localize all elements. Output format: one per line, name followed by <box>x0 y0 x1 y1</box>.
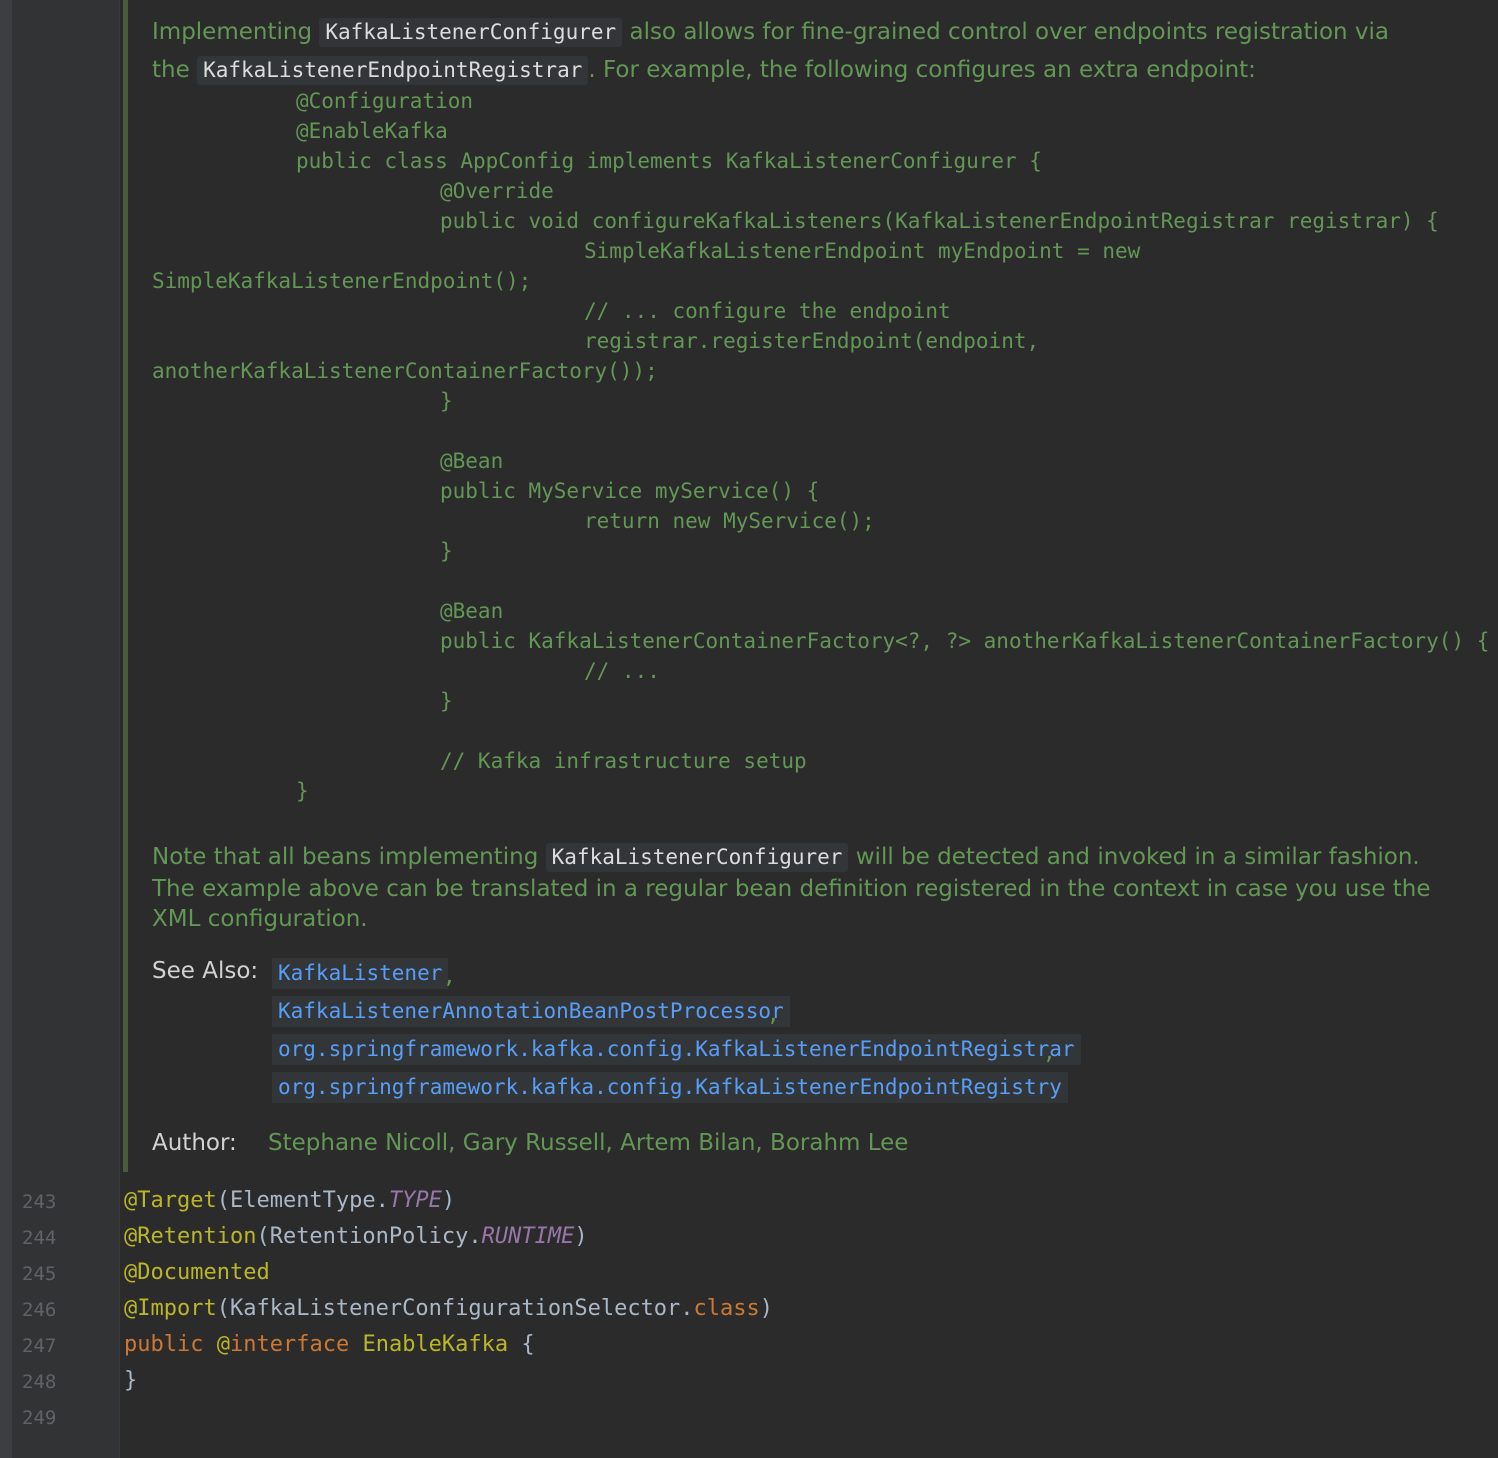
doc-code-line: } <box>296 779 309 803</box>
keyword-token: class <box>693 1296 760 1321</box>
doc-code-line: // ... configure the endpoint <box>584 299 951 323</box>
code-token: (KafkaListenerConfigurationSelector. <box>216 1296 694 1321</box>
line-number: 249 <box>22 1407 57 1429</box>
doc-intro-line1: Implementing KafkaListenerConfigurer als… <box>152 18 1390 48</box>
doc-text: Implementing <box>152 19 313 45</box>
code-chip: KafkaListenerConfigurer <box>545 843 849 873</box>
line-number: 243 <box>22 1191 57 1213</box>
line-number: 247 <box>22 1335 57 1357</box>
constant-token: TYPE <box>388 1188 442 1213</box>
doc-code-line: @Bean <box>440 449 504 473</box>
doc-code-line: } <box>440 689 453 713</box>
javadoc-render-border <box>123 0 128 1172</box>
code-line-248[interactable]: } <box>124 1370 137 1392</box>
keyword-token: public <box>124 1332 204 1357</box>
doc-text: Note that all beans implementing <box>152 844 539 870</box>
doc-note-line3: XML configuration. <box>152 906 368 932</box>
type-name-token: EnableKafka <box>362 1332 509 1357</box>
doc-code-line: registrar.registerEndpoint(endpoint, <box>584 329 1040 353</box>
doc-code-line: public MyService myService() { <box>440 479 820 503</box>
author-label: Author: <box>152 1130 237 1156</box>
doc-code-line: @Override <box>440 179 554 203</box>
doc-code-line: return new MyService(); <box>584 509 875 533</box>
code-token: ) <box>441 1188 456 1213</box>
doc-code-line: public KafkaListenerContainerFactory<?, … <box>440 629 1490 653</box>
doc-intro-line2: the KafkaListenerEndpointRegistrar. For … <box>152 56 1256 86</box>
doc-code-line: SimpleKafkaListenerEndpoint myEndpoint =… <box>584 239 1141 263</box>
code-token: } <box>124 1368 138 1393</box>
code-token: (ElementType. <box>216 1188 389 1213</box>
code-line-246[interactable]: @Import(KafkaListenerConfigurationSelect… <box>124 1298 773 1320</box>
annotation-token: @Target <box>124 1188 217 1213</box>
doc-code-line: public class AppConfig implements KafkaL… <box>296 149 1042 173</box>
annotation-token: @Documented <box>124 1260 270 1285</box>
doc-code-line: // Kafka infrastructure setup <box>440 749 807 773</box>
line-number: 245 <box>22 1263 57 1285</box>
see-also-link[interactable]: KafkaListener <box>272 958 449 990</box>
see-also-label: See Also: <box>152 958 259 984</box>
code-line-247[interactable]: public @interface EnableKafka { <box>124 1334 535 1356</box>
doc-code-line: public void configureKafkaListeners(Kafk… <box>440 209 1439 233</box>
doc-code-line: } <box>440 539 453 563</box>
see-also-link[interactable]: org.springframework.kafka.config.KafkaLi… <box>272 1072 1068 1104</box>
see-also-link[interactable]: KafkaListenerAnnotationBeanPostProcessor <box>272 996 790 1028</box>
line-number: 248 <box>22 1371 57 1393</box>
keyword-token: interface <box>229 1332 350 1357</box>
editor-left-edge <box>0 0 12 1458</box>
code-chip: KafkaListenerEndpointRegistrar <box>197 56 589 86</box>
doc-note-line1: Note that all beans implementing KafkaLi… <box>152 843 1420 873</box>
annotation-token: @Retention <box>124 1224 257 1249</box>
doc-code-line: @EnableKafka <box>296 119 448 143</box>
code-line-244[interactable]: @Retention(RetentionPolicy.RUNTIME) <box>124 1226 588 1248</box>
doc-code-line: @Configuration <box>296 89 474 113</box>
constant-token: RUNTIME <box>481 1224 575 1249</box>
doc-code-line: @Bean <box>440 599 504 623</box>
separator-comma: , <box>767 1002 780 1026</box>
doc-code-line: anotherKafkaListenerContainerFactory()); <box>152 359 658 383</box>
doc-text: also allows for fine-grained control ove… <box>629 19 1390 45</box>
code-line-245[interactable]: @Documented <box>124 1262 270 1284</box>
doc-code-line: } <box>440 389 453 413</box>
annotation-token: @Import <box>124 1296 217 1321</box>
see-also-link[interactable]: org.springframework.kafka.config.KafkaLi… <box>272 1034 1081 1066</box>
gutter-separator <box>119 0 120 1458</box>
doc-code-line: SimpleKafkaListenerEndpoint(); <box>152 269 532 293</box>
doc-text: . For example, the following configures … <box>588 57 1256 83</box>
doc-text: the <box>152 57 190 83</box>
author-names: Stephane Nicoll, Gary Russell, Artem Bil… <box>268 1130 909 1156</box>
code-token: ) <box>759 1296 774 1321</box>
doc-code-line: // ... <box>584 659 660 683</box>
line-number: 244 <box>22 1227 57 1249</box>
separator-comma: , <box>1043 1040 1056 1064</box>
code-chip: KafkaListenerConfigurer <box>319 18 623 48</box>
code-line-243[interactable]: @Target(ElementType.TYPE) <box>124 1190 455 1212</box>
code-token: (RetentionPolicy. <box>256 1224 482 1249</box>
code-token: ) <box>574 1224 588 1249</box>
annotation-token: @ <box>216 1332 230 1357</box>
doc-text: will be detected and invoked in a simila… <box>855 844 1420 870</box>
separator-comma: , <box>443 964 456 988</box>
code-token: { <box>508 1332 535 1357</box>
doc-note-line2: The example above can be translated in a… <box>152 876 1431 902</box>
line-number: 246 <box>22 1299 57 1321</box>
